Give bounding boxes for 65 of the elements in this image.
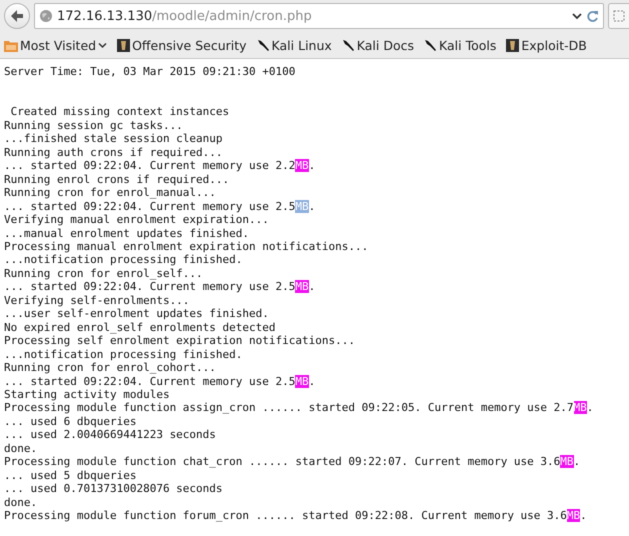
- log-line-end: .: [308, 280, 316, 294]
- log-line: ... started 09:22:04. Current memory use 2.5: [4, 374, 296, 388]
- back-button[interactable]: [4, 3, 30, 29]
- bookmark-item[interactable]: Kali Linux: [256, 38, 332, 52]
- log-line-end: .: [308, 200, 316, 213]
- folder-icon: [4, 38, 18, 52]
- log-line: done.: [4, 442, 38, 455]
- log-line: ...notification processing finished.: [4, 348, 242, 361]
- search-highlight: MB: [295, 280, 309, 294]
- search-highlight: MB: [574, 401, 587, 414]
- chevron-down-icon[interactable]: [572, 12, 582, 20]
- log-line: ... started 09:22:04. Current memory use 2.5: [4, 200, 296, 213]
- log-line: Running cron for enrol_self...: [4, 266, 203, 280]
- log-line: Verifying manual enrolment expiration...: [4, 213, 269, 226]
- log-line: Running cron for enrol_manual...: [4, 186, 216, 200]
- log-line-end: .: [308, 159, 316, 172]
- address-field[interactable]: 172.16.13.130/moodle/admin/cron.php: [34, 3, 604, 29]
- back-arrow-icon: [10, 9, 24, 23]
- log-line: Processing module function assign_cron ...... started 09:22:05. Current memory use 2.7: [4, 401, 574, 414]
- search-highlight: MB: [295, 159, 309, 172]
- log-line: ... used 6 dbqueries: [4, 414, 136, 428]
- log-line: ... started 09:22:04. Current memory use 2.5: [4, 280, 296, 294]
- log-line-end: .: [586, 401, 594, 414]
- log-line: Processing module function forum_cron ...... started 09:22:08. Current memory use 3.6: [4, 509, 567, 522]
- dashed-square-icon: [613, 10, 625, 22]
- log-line: Running auth crons if required...: [4, 146, 223, 159]
- bookmark-item[interactable]: Exploit-DB: [506, 38, 587, 52]
- log-line: ... used 2.0040669441223 seconds: [4, 428, 216, 442]
- bookmark-item[interactable]: Most Visited: [4, 38, 108, 52]
- log-line: Verifying self-enrolments...: [4, 294, 190, 307]
- search-highlight: MB: [295, 200, 309, 213]
- log-line: ...finished stale session cleanup: [4, 132, 223, 146]
- search-highlight: MB: [566, 509, 580, 522]
- bookmark-favicon-icon: [506, 38, 520, 52]
- log-line: No expired enrol_self enrolments detected: [4, 320, 276, 334]
- log-line: ... used 0.70137310028076 seconds: [4, 482, 223, 496]
- log-line: Running cron for enrol_cohort...: [4, 361, 216, 374]
- log-line-end: .: [308, 374, 316, 388]
- log-line: ...notification processing finished.: [4, 253, 242, 266]
- log-line: Starting activity modules: [4, 388, 170, 401]
- log-line: Processing module function chat_cron ...... started 09:22:07. Current memory use 3.6: [4, 455, 560, 468]
- log-line-end: .: [580, 509, 587, 522]
- log-line: ...manual enrolment updates finished.: [4, 226, 250, 240]
- bookmark-favicon-icon: [117, 38, 130, 52]
- log-line: Running session gc tasks...: [4, 118, 183, 132]
- log-line-end: .: [574, 455, 580, 468]
- log-line: ... started 09:22:04. Current memory use 2.2: [4, 159, 296, 172]
- log-line: Processing self enrolment expiration notifications...: [4, 334, 355, 348]
- url-text: 172.16.13.130/moodle/admin/cron.php: [57, 8, 313, 24]
- bookmark-item[interactable]: Kali Tools: [424, 38, 496, 52]
- bookmark-item[interactable]: Kali Docs: [342, 38, 414, 52]
- search-highlight: MB: [295, 374, 309, 388]
- log-line: done.: [4, 496, 38, 509]
- log-line: Running enrol crons if required...: [4, 172, 230, 186]
- server-time-text: Server Time: Tue, 03 Mar 2015 09:21:30 +0100: [4, 65, 296, 78]
- toolbar-button[interactable]: [608, 3, 629, 29]
- log-line: ... used 5 dbqueries: [4, 468, 136, 482]
- bookmark-item[interactable]: Offensive Security: [117, 38, 247, 52]
- log-line: Processing manual enrolment expiration notifications...: [4, 240, 368, 253]
- log-line: Created missing context instances: [10, 105, 230, 118]
- globe-icon: [39, 9, 53, 23]
- reload-icon[interactable]: [586, 10, 599, 22]
- log-line: ...user self-enrolment updates finished.: [4, 307, 269, 320]
- search-highlight: MB: [560, 455, 574, 468]
- chevron-down-icon: [98, 42, 108, 48]
